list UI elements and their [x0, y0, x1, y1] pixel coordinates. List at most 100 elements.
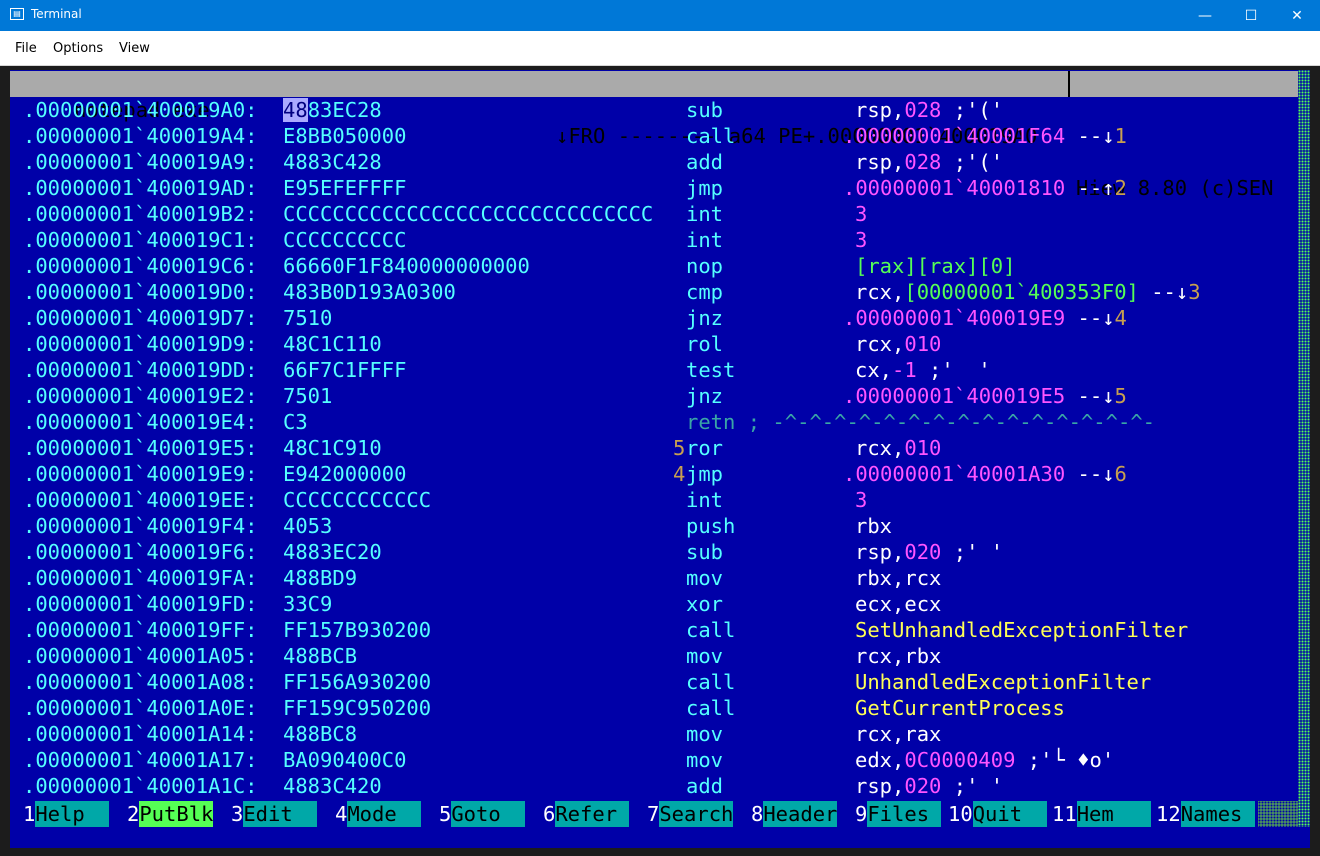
fkey-label: Goto — [451, 801, 526, 827]
row-mnemonic: cmp — [686, 280, 724, 304]
row-address: .00000001`400019A9: — [23, 150, 258, 174]
row-hex-text: FF156A930200 — [283, 670, 432, 694]
row-mnemonic: push — [686, 514, 736, 538]
operand-part: 5 — [1114, 384, 1127, 408]
fkey-label: Mode — [347, 801, 422, 827]
row-hex-text: E95EFEFFFF — [283, 176, 407, 200]
fkey-quit[interactable]: 10Quit — [948, 801, 1047, 827]
row-hex-bytes: FF156A930200 — [283, 669, 431, 695]
row-hex-text: E942000000 — [283, 462, 407, 486]
row-address: .00000001`400019EE: — [23, 488, 258, 512]
row-address: .00000001`40001A08: — [23, 670, 258, 694]
fkey-edit[interactable]: 3Edit — [231, 801, 318, 827]
row-address: .00000001`400019D0: — [23, 280, 258, 304]
row-hex-text: 4883C420 — [283, 774, 382, 798]
maximize-button[interactable]: ☐ — [1228, 0, 1274, 31]
operand-part: --↓ — [1065, 462, 1115, 486]
row-mnemonic: jnz — [686, 306, 724, 330]
operand-part: rcx, — [855, 436, 905, 460]
fkey-label: Refer — [555, 801, 630, 827]
row-hex-bytes: 4883EC20 — [283, 539, 382, 565]
fkey-label: Help — [35, 801, 110, 827]
row-hex-bytes: 4883EC28 — [283, 97, 382, 123]
console-bottom-strip — [10, 827, 1310, 848]
row-address: .00000001`400019F6: — [23, 540, 258, 564]
row-operands: [rax][rax][0] — [855, 253, 1015, 279]
menu-view[interactable]: View — [119, 41, 150, 56]
fkey-search[interactable]: 7Search — [647, 801, 734, 827]
row-hex-bytes: CCCCCCCCCC — [283, 227, 406, 253]
minimize-button[interactable]: — — [1182, 0, 1228, 31]
title-bar: ▤ Terminal — ☐ ✕ — [0, 0, 1320, 31]
row-operands: .00000001`40001810 --↑2 — [843, 175, 1127, 201]
row-hex-bytes: FF157B930200 — [283, 617, 431, 643]
fkey-header[interactable]: 8Header — [751, 801, 838, 827]
row-address: .00000001`40001A1C: — [23, 774, 258, 798]
row-operands: rcx,rax — [855, 721, 941, 747]
operand-part: 010 — [904, 332, 942, 356]
row-address: .00000001`400019B2: — [23, 202, 258, 226]
operand-part: 3 — [1188, 280, 1201, 304]
row-mnemonic: mov — [686, 748, 724, 772]
operand-part: rsp, — [855, 98, 905, 122]
fkey-label: Quit — [972, 801, 1047, 827]
row-address: .00000001`400019C6: — [23, 254, 258, 278]
row-hex-bytes: 4883C420 — [283, 773, 382, 799]
cursor-highlight: 48 — [283, 98, 308, 122]
row-address: .00000001`40001A05: — [23, 644, 258, 668]
row-operands: ; -^-^-^-^-^-^-^-^-^-^-^-^-^-^-^- — [735, 409, 1155, 435]
operand-part: --↓ — [1065, 124, 1115, 148]
function-key-bar: 1Help 2PutBlk 3Edit 4Mode 5Goto 6Refer 7S… — [10, 801, 1310, 827]
fkey-number: 12 — [1156, 802, 1181, 826]
fkey-help[interactable]: 1Help — [23, 801, 110, 827]
operand-part: ;'(' — [941, 98, 1004, 122]
row-hex-bytes: 7510 — [283, 305, 332, 331]
row-hex-bytes: 483B0D193A0300 — [283, 279, 456, 305]
menu-options[interactable]: Options — [53, 41, 103, 56]
scrollbar[interactable] — [1298, 70, 1310, 848]
row-address: .00000001`400019DD: — [23, 358, 258, 382]
operand-part: .00000001`40001F64 — [843, 124, 1066, 148]
fkey-hem[interactable]: 11Hem — [1052, 801, 1151, 827]
fkey-number: 4 — [335, 802, 348, 826]
fkey-names[interactable]: 12Names — [1156, 801, 1255, 827]
row-hex-text: CCCCCCCCCC — [283, 228, 407, 252]
row-operands: 3 — [855, 227, 867, 253]
row-operands: rbx,rcx — [855, 565, 941, 591]
operand-part: rcx, — [855, 280, 905, 304]
row-operands: .00000001`40001A30 --↓6 — [843, 461, 1127, 487]
fkey-number: 10 — [948, 802, 973, 826]
close-button[interactable]: ✕ — [1274, 0, 1320, 31]
row-hex-bytes: CCCCCCCCCCCC — [283, 487, 431, 513]
operand-part: --↓ — [1065, 384, 1115, 408]
fkey-refer[interactable]: 6Refer — [543, 801, 630, 827]
row-operands: SetUnhandledExceptionFilter — [855, 617, 1188, 643]
operand-part: SetUnhandledExceptionFilter — [855, 618, 1189, 642]
fkey-mode[interactable]: 4Mode — [335, 801, 422, 827]
row-address: .00000001`400019F4: — [23, 514, 258, 538]
row-mnemonic: add — [686, 150, 724, 174]
row-hex-text: 66660F1F840000000000 — [283, 254, 530, 278]
row-address: .00000001`400019E9: — [23, 462, 258, 486]
row-hex-text: C3 — [283, 410, 308, 434]
row-mnemonic: call — [686, 124, 736, 148]
row-hex-bytes: E95EFEFFFF — [283, 175, 406, 201]
fkey-putblk[interactable]: 2PutBlk — [127, 801, 214, 827]
operand-part: rsp, — [855, 774, 905, 798]
fkey-goto[interactable]: 5Goto — [439, 801, 526, 827]
operand-part: ;' ' — [916, 358, 991, 382]
fkey-label: PutBlk — [139, 801, 214, 827]
operand-part: ;'└ ♦o' — [1015, 748, 1115, 772]
hiew-console[interactable]: notepad.exe ↓FRO -------- a64 PE+.000000… — [10, 70, 1310, 848]
fkey-number: 9 — [855, 802, 868, 826]
row-hex-text: 7501 — [283, 384, 333, 408]
row-mnemonic: jmp — [686, 176, 724, 200]
row-operands: ecx,ecx — [855, 591, 941, 617]
menu-file[interactable]: File — [15, 41, 37, 56]
row-mnemonic: sub — [686, 98, 724, 122]
operand-part: cx, — [855, 358, 893, 382]
operand-part: edx, — [855, 748, 905, 772]
row-address: .00000001`400019FA: — [23, 566, 258, 590]
fkey-files[interactable]: 9Files — [855, 801, 942, 827]
fkey-number: 2 — [127, 802, 140, 826]
